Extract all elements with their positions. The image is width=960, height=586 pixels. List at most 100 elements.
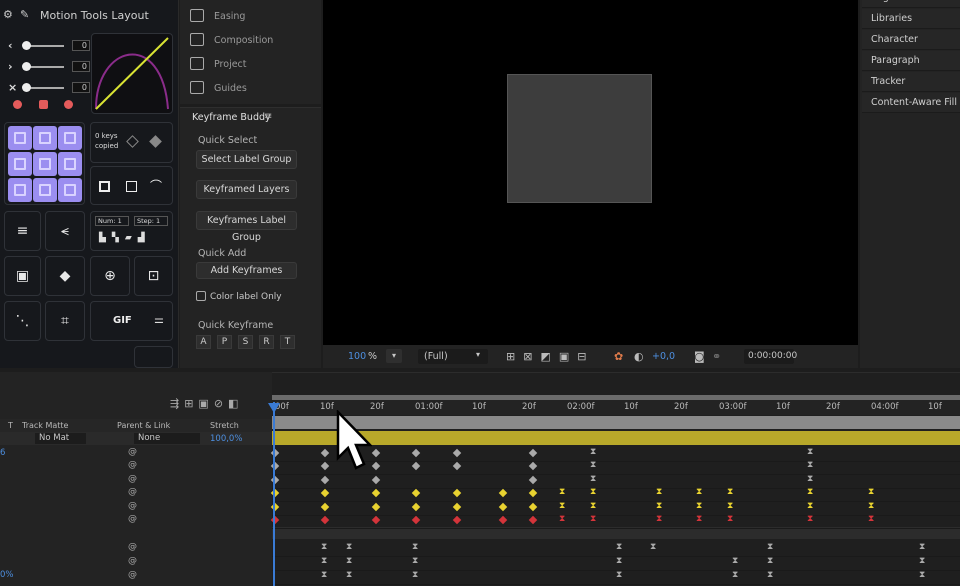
project-item-project[interactable]: Project [188, 56, 318, 74]
ease-preset-icon[interactable] [13, 100, 22, 109]
keyframe-easy-ease[interactable]: ⧗ [767, 571, 773, 580]
bezier-icon[interactable]: ⌒ [150, 177, 162, 194]
paste-keys-icon[interactable] [149, 135, 162, 148]
keyframed-layers-button[interactable]: Keyframed Layers [196, 180, 297, 199]
keyframe-easy-ease[interactable]: ⧗ [590, 515, 596, 524]
timeline-switch-icons[interactable]: ⇶⊞▣⊘◧ [170, 397, 243, 410]
keyframe-easy-ease[interactable]: ⧗ [807, 515, 813, 524]
crop-tile[interactable]: ⌗ [45, 301, 85, 341]
pickwhip-icon[interactable]: @ [128, 460, 137, 470]
slider-value[interactable]: 0 [72, 40, 90, 51]
slider-ease-both[interactable]: × 0 [8, 81, 90, 94]
keyframe-easy-ease[interactable]: ⧗ [559, 488, 565, 497]
copy-keys-icon[interactable] [126, 135, 139, 148]
keyframe-easy-ease[interactable]: ⧗ [616, 571, 622, 580]
zoom-dropdown-icon[interactable]: ▾ [386, 349, 402, 363]
panel-content-aware-fill[interactable]: Content-Aware Fill [862, 93, 960, 113]
keyframe-easy-ease[interactable]: ⧗ [559, 515, 565, 524]
panel-align[interactable]: Align [862, 0, 960, 8]
keyframe-easy-ease[interactable]: ⧗ [807, 488, 813, 497]
keyframe-easy-ease[interactable]: ⧗ [412, 571, 418, 580]
keyframe-easy-ease[interactable]: ⧗ [767, 557, 773, 566]
add-image-tile[interactable]: ▣ [4, 256, 41, 296]
keyframe-easy-ease[interactable]: ⧗ [732, 571, 738, 580]
position-key-button[interactable]: P [217, 335, 232, 349]
center-tile[interactable]: ⊡ [134, 256, 173, 296]
keyframe-easy-ease[interactable]: ⧗ [868, 488, 874, 497]
keyframe-buddy-tab[interactable]: Keyframe Buddy [192, 112, 271, 123]
add-null-tile[interactable]: ⊕ [90, 256, 130, 296]
keyframe-easy-ease[interactable]: ⧗ [346, 557, 352, 566]
keyframe-easy-ease[interactable]: ⧗ [696, 502, 702, 511]
project-item-easing[interactable]: Easing [188, 8, 318, 26]
color-channels-icon[interactable]: ✿ [614, 350, 623, 363]
pickwhip-icon[interactable]: @ [128, 474, 137, 484]
add-keyframes-button[interactable]: Add Keyframes [196, 262, 297, 279]
work-area-bar[interactable] [272, 395, 960, 400]
outline-square-icon[interactable] [126, 181, 137, 192]
keyframes-label-group-button[interactable]: Keyframes Label Group [196, 211, 297, 243]
color-label-only-checkbox[interactable] [196, 291, 206, 301]
pickwhip-icon[interactable]: @ [128, 487, 137, 497]
pin-tile[interactable]: ⋱ [4, 301, 41, 341]
keyframe-easy-ease[interactable]: ⧗ [807, 461, 813, 470]
pickwhip-icon[interactable]: @ [128, 514, 137, 524]
select-label-group-button[interactable]: Select Label Group [196, 150, 297, 169]
keyframe-easy-ease[interactable]: ⧗ [727, 515, 733, 524]
viewer-tool-icons[interactable]: ⊞⊠◩▣⊟ [506, 350, 594, 363]
ease-preset-icon[interactable] [64, 100, 73, 109]
keyframe-easy-ease[interactable]: ⧗ [590, 502, 596, 511]
gif-button[interactable]: GIF [113, 315, 132, 326]
stagger-icons[interactable]: ▙▚▰▟ [99, 233, 151, 243]
keyframe-easy-ease[interactable]: ⧗ [696, 515, 702, 524]
keyframe-easy-ease[interactable]: ⧗ [919, 543, 925, 552]
keyframe-easy-ease[interactable]: ⧗ [727, 502, 733, 511]
snapshot-icon[interactable]: ◙ [694, 350, 705, 363]
pickwhip-icon[interactable]: @ [128, 570, 137, 580]
sequence-tile[interactable]: ⪪ [45, 211, 85, 251]
anchor-bottom-left-button[interactable] [8, 178, 32, 202]
pickwhip-icon[interactable]: @ [128, 542, 137, 552]
anchor-center-button[interactable] [33, 152, 57, 176]
slider-knob[interactable] [22, 83, 31, 92]
pickwhip-icon[interactable]: @ [128, 447, 137, 457]
keyframe-easy-ease[interactable]: ⧗ [590, 448, 596, 457]
keyframe-easy-ease[interactable]: ⧗ [807, 502, 813, 511]
exposure-icon[interactable]: ◐ [634, 350, 644, 363]
rotation-key-button[interactable]: R [259, 335, 274, 349]
keyframe-easy-ease[interactable]: ⧗ [321, 571, 327, 580]
keyframe-easy-ease[interactable]: ⧗ [656, 502, 662, 511]
property-value[interactable]: 0% [0, 570, 14, 580]
current-time-indicator[interactable] [273, 402, 275, 586]
keyframe-easy-ease[interactable]: ⧗ [807, 448, 813, 457]
keyframe-easy-ease[interactable]: ⧗ [616, 543, 622, 552]
anchor-right-button[interactable] [58, 152, 82, 176]
timecode-field[interactable]: 0:00:00:00 [744, 349, 797, 364]
project-item-composition[interactable]: Composition [188, 32, 318, 50]
keyframe-easy-ease[interactable]: ⧗ [321, 543, 327, 552]
exposure-value[interactable]: +0,0 [652, 351, 675, 362]
slider-ease-out[interactable]: › 0 [8, 60, 90, 73]
num-field[interactable]: Num: 1 [95, 216, 129, 226]
anchor-key-button[interactable]: A [196, 335, 211, 349]
sliders-icon[interactable]: ⚌ [154, 313, 164, 326]
anchor-left-button[interactable] [8, 152, 32, 176]
project-item-guides[interactable]: Guides [188, 80, 318, 98]
scale-key-button[interactable]: S [238, 335, 253, 349]
layer-duration-bar[interactable] [272, 431, 960, 445]
solid-layer[interactable] [507, 74, 652, 203]
slider-knob[interactable] [22, 41, 31, 50]
keyframe-easy-ease[interactable]: ⧗ [919, 571, 925, 580]
keyframe-easy-ease[interactable]: ⧗ [696, 488, 702, 497]
anchor-top-button[interactable] [33, 126, 57, 150]
keyframe-easy-ease[interactable]: ⧗ [559, 502, 565, 511]
gear-icon[interactable]: ⚙ [3, 8, 13, 21]
keyframe-easy-ease[interactable]: ⧗ [650, 543, 656, 552]
panel-paragraph[interactable]: Paragraph [862, 51, 960, 71]
panel-menu-icon[interactable]: ≡ [264, 111, 272, 122]
pickwhip-icon[interactable]: @ [128, 556, 137, 566]
keyframe-easy-ease[interactable]: ⧗ [590, 475, 596, 484]
property-value[interactable]: 6 [0, 448, 5, 458]
panel-libraries[interactable]: Libraries [862, 9, 960, 29]
track-matte-select[interactable]: No Mat [35, 433, 86, 444]
